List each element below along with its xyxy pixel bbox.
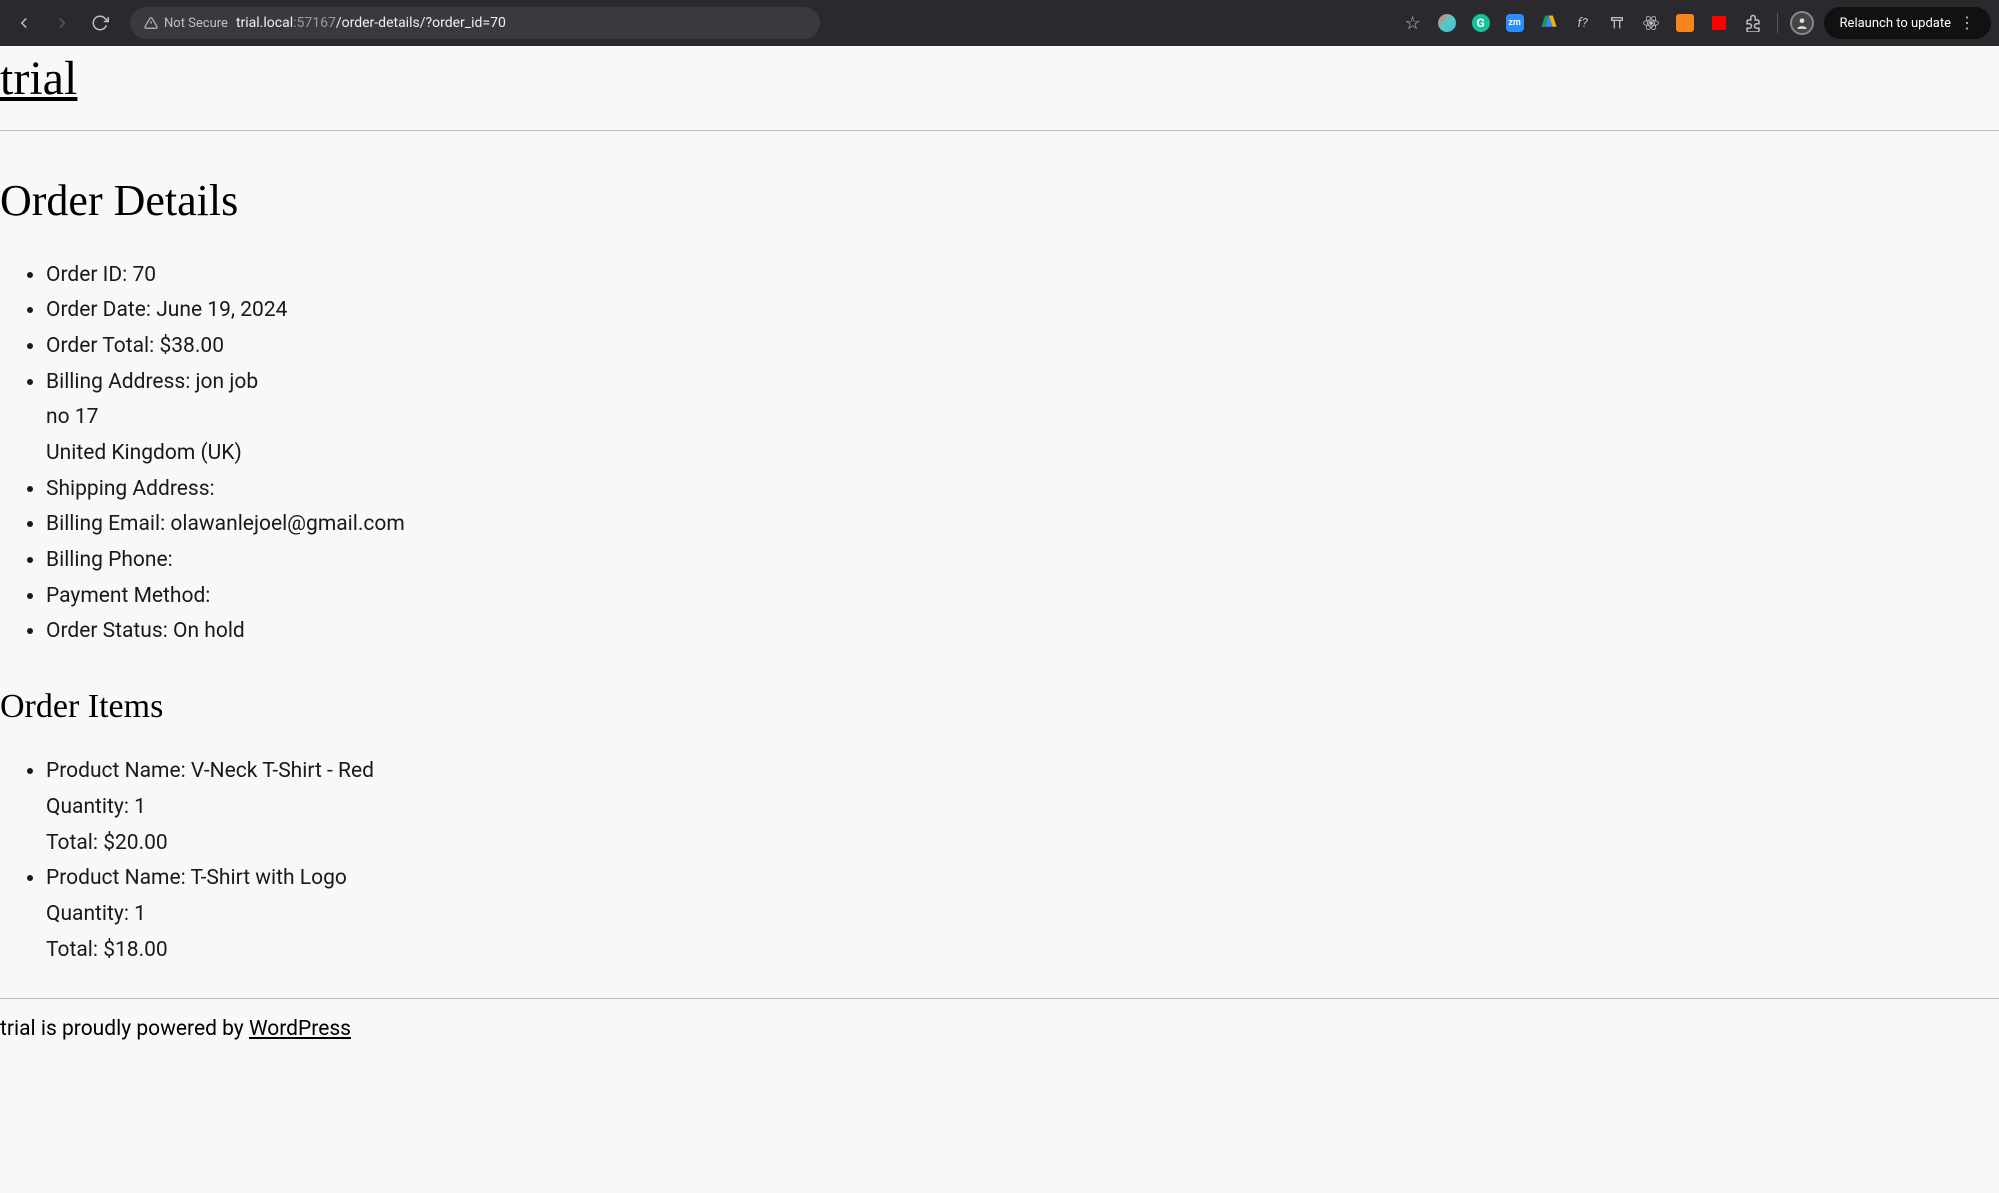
order-status-value: On hold [173,619,245,643]
extension-zoom-icon[interactable]: zm [1503,11,1527,35]
security-indicator[interactable]: Not Secure [144,16,228,31]
billing-email-item: Billing Email: olawanlejoel@gmail.com [46,507,1999,543]
item-name-value: V-Neck T-Shirt - Red [191,759,374,783]
item-qty-label: Quantity: [46,902,134,926]
site-title-link[interactable]: trial [0,52,77,105]
item-qty-label: Quantity: [46,795,134,819]
order-status-item: Order Status: On hold [46,614,1999,650]
nav-back-button[interactable] [8,7,40,39]
order-details-list: Order ID: 70 Order Date: June 19, 2024 O… [0,258,1999,651]
list-item: Product Name: T-Shirt with Logo Quantity… [46,861,1999,968]
billing-address-line2: no 17 [46,400,1999,436]
item-total-value: $20.00 [103,831,168,855]
billing-email-label: Billing Email: [46,512,170,536]
billing-address-line1: jon job [196,370,259,394]
order-date-value: June 19, 2024 [156,298,287,322]
toolbar-right: ☆ G zm f? Relaunch to update ⋮ [1401,7,1991,39]
order-date-label: Order Date: [46,298,156,322]
shipping-address-label: Shipping Address: [46,477,215,501]
site-title: trial [0,46,1999,116]
item-name-value: T-Shirt with Logo [190,866,346,890]
page-heading: Order Details [0,175,1999,226]
billing-email-value: olawanlejoel@gmail.com [170,512,404,536]
address-bar[interactable]: Not Secure trial.local:57167/order-detai… [130,7,820,39]
menu-dots-icon: ⋮ [1959,15,1975,31]
order-date-item: Order Date: June 19, 2024 [46,293,1999,329]
extensions-menu-icon[interactable] [1741,11,1765,35]
extension-metamask-icon[interactable] [1673,11,1697,35]
nav-forward-button[interactable] [46,7,78,39]
extension-react-icon[interactable] [1639,11,1663,35]
order-id-value: 70 [132,263,156,287]
item-name-label: Product Name: [46,759,191,783]
item-total-value: $18.00 [103,938,168,962]
relaunch-button[interactable]: Relaunch to update ⋮ [1824,7,1991,39]
bookmark-star-icon[interactable]: ☆ [1401,11,1425,35]
page-content: trial Order Details Order ID: 70 Order D… [0,46,1999,1061]
order-id-item: Order ID: 70 [46,258,1999,294]
order-total-value: $38.00 [159,334,224,358]
browser-chrome: Not Secure trial.local:57167/order-detai… [0,0,1999,46]
extension-recorder-icon[interactable] [1707,11,1731,35]
shipping-address-item: Shipping Address: [46,472,1999,508]
item-qty-value: 1 [134,795,146,819]
order-items-list: Product Name: V-Neck T-Shirt - Red Quant… [0,754,1999,968]
list-item: Product Name: V-Neck T-Shirt - Red Quant… [46,754,1999,861]
item-name-label: Product Name: [46,866,190,890]
billing-phone-label: Billing Phone: [46,548,173,572]
url-text: trial.local:57167/order-details/?order_i… [236,15,506,31]
order-total-item: Order Total: $38.00 [46,329,1999,365]
billing-address-item: Billing Address: jon job no 17 United Ki… [46,365,1999,472]
billing-address-line3: United Kingdom (UK) [46,436,1999,472]
billing-phone-item: Billing Phone: [46,543,1999,579]
toolbar-separator [1777,13,1778,33]
item-total-label: Total: [46,938,103,962]
order-items-heading: Order Items [0,688,1999,726]
extension-fonts-icon[interactable]: f? [1571,11,1595,35]
billing-address-label: Billing Address: [46,370,196,394]
profile-avatar-icon[interactable] [1790,11,1814,35]
payment-method-item: Payment Method: [46,579,1999,615]
footer-prefix: trial is proudly powered by [0,1017,249,1041]
footer-text: trial is proudly powered by WordPress [0,1017,1999,1061]
security-label: Not Secure [164,16,228,31]
header-divider [0,130,1999,131]
extension-grammarly-icon[interactable]: G [1469,11,1493,35]
extension-drive-icon[interactable] [1537,11,1561,35]
payment-method-label: Payment Method: [46,584,210,608]
extension-tool-icon[interactable] [1605,11,1629,35]
footer-wordpress-link[interactable]: WordPress [249,1017,351,1041]
item-total-label: Total: [46,831,103,855]
warning-icon [144,16,158,30]
order-total-label: Order Total: [46,334,159,358]
order-id-label: Order ID: [46,263,132,287]
nav-reload-button[interactable] [84,7,116,39]
extension-colorful-icon[interactable] [1435,11,1459,35]
order-status-label: Order Status: [46,619,173,643]
item-qty-value: 1 [134,902,146,926]
footer-divider [0,998,1999,999]
